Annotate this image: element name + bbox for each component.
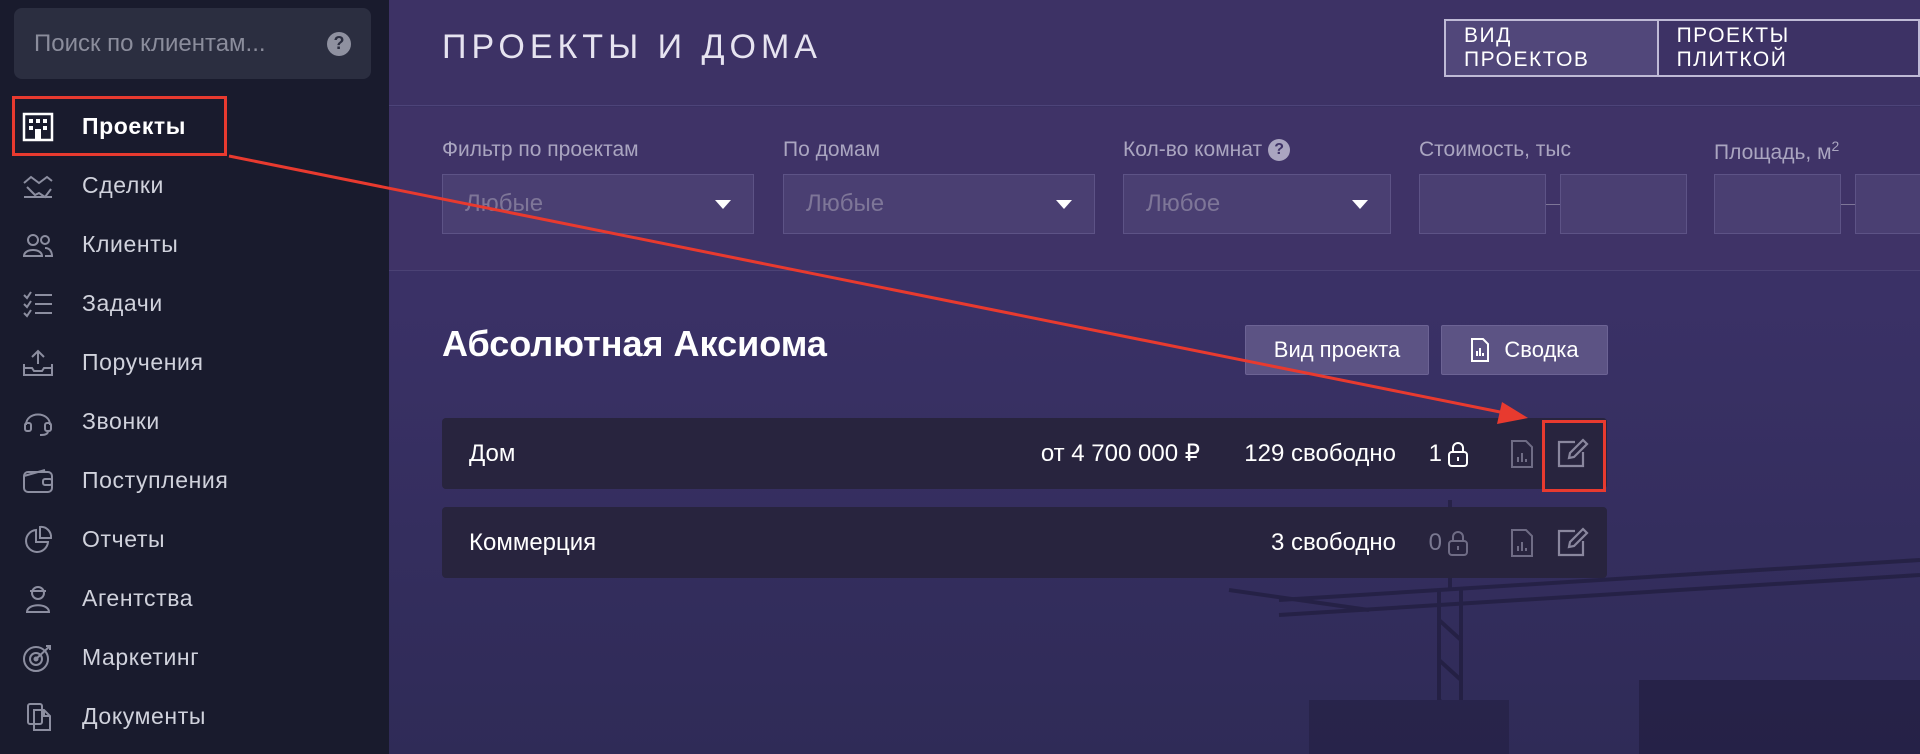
house-row[interactable]: Дом от 4 700 000 ₽ 129 свободно 1: [442, 418, 1607, 489]
caret-down-icon: [715, 199, 731, 209]
filter-project-label-text: Фильтр по проектам: [442, 138, 639, 161]
sidebar-item-receipts[interactable]: Поступления: [0, 451, 389, 510]
filter-house-label-text: По домам: [783, 138, 881, 161]
filter-project-select[interactable]: Любые: [442, 174, 754, 234]
view-projects-button[interactable]: ВИД ПРОЕКТОВ: [1444, 19, 1659, 77]
sidebar-item-label: Агентства: [82, 585, 194, 611]
sidebar-item-documents[interactable]: Документы: [0, 687, 389, 746]
wallet-icon: [18, 465, 58, 497]
sidebar-item-label: Поступления: [82, 467, 229, 493]
filter-house-select[interactable]: Любые: [783, 174, 1095, 234]
checklist-icon: [18, 288, 58, 320]
search-input[interactable]: Поиск по клиентам... ?: [14, 8, 371, 79]
help-icon[interactable]: ?: [1268, 139, 1291, 161]
search-placeholder: Поиск по клиентам...: [34, 29, 266, 57]
area-to-input[interactable]: [1855, 174, 1920, 234]
sidebar-item-label: Задачи: [82, 290, 163, 316]
sidebar-item-label: Отчеты: [82, 526, 166, 552]
commerce-name: Коммерция: [469, 528, 597, 556]
agent-icon: [18, 583, 58, 615]
sidebar: Поиск по клиентам... ? Проекты Сделки Кл…: [0, 0, 389, 754]
document-chart-icon: [1471, 338, 1490, 362]
sidebar-item-deals[interactable]: Сделки: [0, 156, 389, 215]
lock-icon: [1448, 530, 1468, 556]
sidebar-item-label: Поручения: [82, 349, 204, 375]
filter-area-label-text: Площадь, м2: [1714, 138, 1839, 165]
building-icon: [18, 111, 58, 143]
house-lock-counter[interactable]: 1: [1429, 440, 1470, 468]
sidebar-item-assignments[interactable]: Поручения: [0, 333, 389, 392]
lock-count: 0: [1428, 528, 1442, 556]
house-free-count: 129 свободно: [1244, 439, 1396, 467]
filter-project-value: Любые: [465, 190, 544, 217]
commerce-lock-counter[interactable]: 0: [1429, 529, 1470, 557]
sidebar-item-label: Сделки: [82, 172, 164, 198]
filter-area-label-main: Площадь, м: [1714, 141, 1832, 164]
sidebar-item-tasks[interactable]: Задачи: [0, 274, 389, 333]
filter-cost-label-text: Стоимость, тыс: [1419, 138, 1572, 161]
sidebar-item-agencies[interactable]: Агентства: [0, 569, 389, 628]
sidebar-item-marketing[interactable]: Маркетинг: [0, 628, 389, 687]
help-icon[interactable]: ?: [327, 31, 351, 56]
edit-icon[interactable]: [1555, 526, 1589, 559]
project-view-button[interactable]: Вид проекта: [1245, 325, 1429, 375]
sidebar-nav: Проекты Сделки Клиенты Задачи Поручения: [0, 97, 389, 746]
document-chart-icon[interactable]: [1509, 528, 1535, 558]
headset-icon: [18, 406, 58, 438]
lock-icon: [1448, 441, 1468, 467]
users-icon: [18, 229, 58, 261]
cost-to-input[interactable]: [1560, 174, 1687, 234]
document-chart-icon[interactable]: [1509, 439, 1535, 469]
summary-label: Сводка: [1504, 337, 1579, 362]
house-name: Дом: [469, 439, 516, 467]
main-content: ПРОЕКТЫ И ДОМА ВИД ПРОЕКТОВ ПРОЕКТЫ ПЛИТ…: [389, 0, 1920, 754]
project-view-label: Вид проекта: [1273, 337, 1401, 362]
filter-area-label-sup: 2: [1831, 138, 1840, 154]
sidebar-item-calls[interactable]: Звонки: [0, 392, 389, 451]
caret-down-icon: [1352, 199, 1368, 209]
page-header: ПРОЕКТЫ И ДОМА ВИД ПРОЕКТОВ ПРОЕКТЫ ПЛИТ…: [389, 0, 1920, 106]
summary-button[interactable]: Сводка: [1441, 325, 1608, 375]
house-price: от 4 700 000 ₽: [1040, 440, 1200, 467]
project-title: Абсолютная Аксиома: [442, 323, 827, 364]
filter-house-value: Любые: [806, 190, 885, 217]
filter-rooms-label: Кол-во комнат ?: [1123, 138, 1291, 162]
sidebar-item-projects[interactable]: Проекты: [0, 97, 389, 156]
filter-rooms-label-text: Кол-во комнат: [1123, 138, 1263, 161]
filter-rooms-select[interactable]: Любое: [1123, 174, 1391, 234]
caret-down-icon: [1056, 199, 1072, 209]
cost-from-input[interactable]: [1419, 174, 1546, 234]
view-switch: ВИД ПРОЕКТОВ ПРОЕКТЫ ПЛИТКОЙ: [1444, 19, 1920, 77]
area-from-input[interactable]: [1714, 174, 1841, 234]
inbox-upload-icon: [18, 347, 58, 379]
filter-rooms-value: Любое: [1146, 190, 1221, 217]
filter-house-label: По домам: [783, 138, 880, 162]
edit-icon[interactable]: [1555, 437, 1589, 470]
page-title: ПРОЕКТЫ И ДОМА: [442, 28, 822, 66]
sidebar-item-clients[interactable]: Клиенты: [0, 215, 389, 274]
projects-tiles-button[interactable]: ПРОЕКТЫ ПЛИТКОЙ: [1658, 19, 1920, 77]
sidebar-item-label: Документы: [82, 703, 206, 729]
commerce-free-count: 3 свободно: [1270, 528, 1396, 556]
handshake-icon: [18, 170, 58, 202]
filter-project-label: Фильтр по проектам: [442, 138, 639, 162]
documents-icon: [18, 701, 58, 733]
filters-panel: Фильтр по проектам Любые По домам Любые …: [389, 107, 1920, 271]
sidebar-item-label: Звонки: [82, 408, 160, 434]
range-dash: [1546, 204, 1560, 205]
range-dash: [1841, 204, 1855, 205]
commerce-row[interactable]: Коммерция 3 свободно 0: [442, 507, 1607, 578]
lock-count: 1: [1428, 439, 1442, 467]
sidebar-item-label: Клиенты: [82, 231, 179, 257]
sidebar-item-label: Проекты: [82, 113, 187, 139]
filter-area-label: Площадь, м2: [1714, 138, 1839, 165]
target-icon: [18, 642, 58, 674]
sidebar-item-reports[interactable]: Отчеты: [0, 510, 389, 569]
sidebar-item-label: Маркетинг: [82, 644, 200, 670]
filter-cost-label: Стоимость, тыс: [1419, 138, 1571, 162]
pie-chart-icon: [18, 524, 58, 556]
